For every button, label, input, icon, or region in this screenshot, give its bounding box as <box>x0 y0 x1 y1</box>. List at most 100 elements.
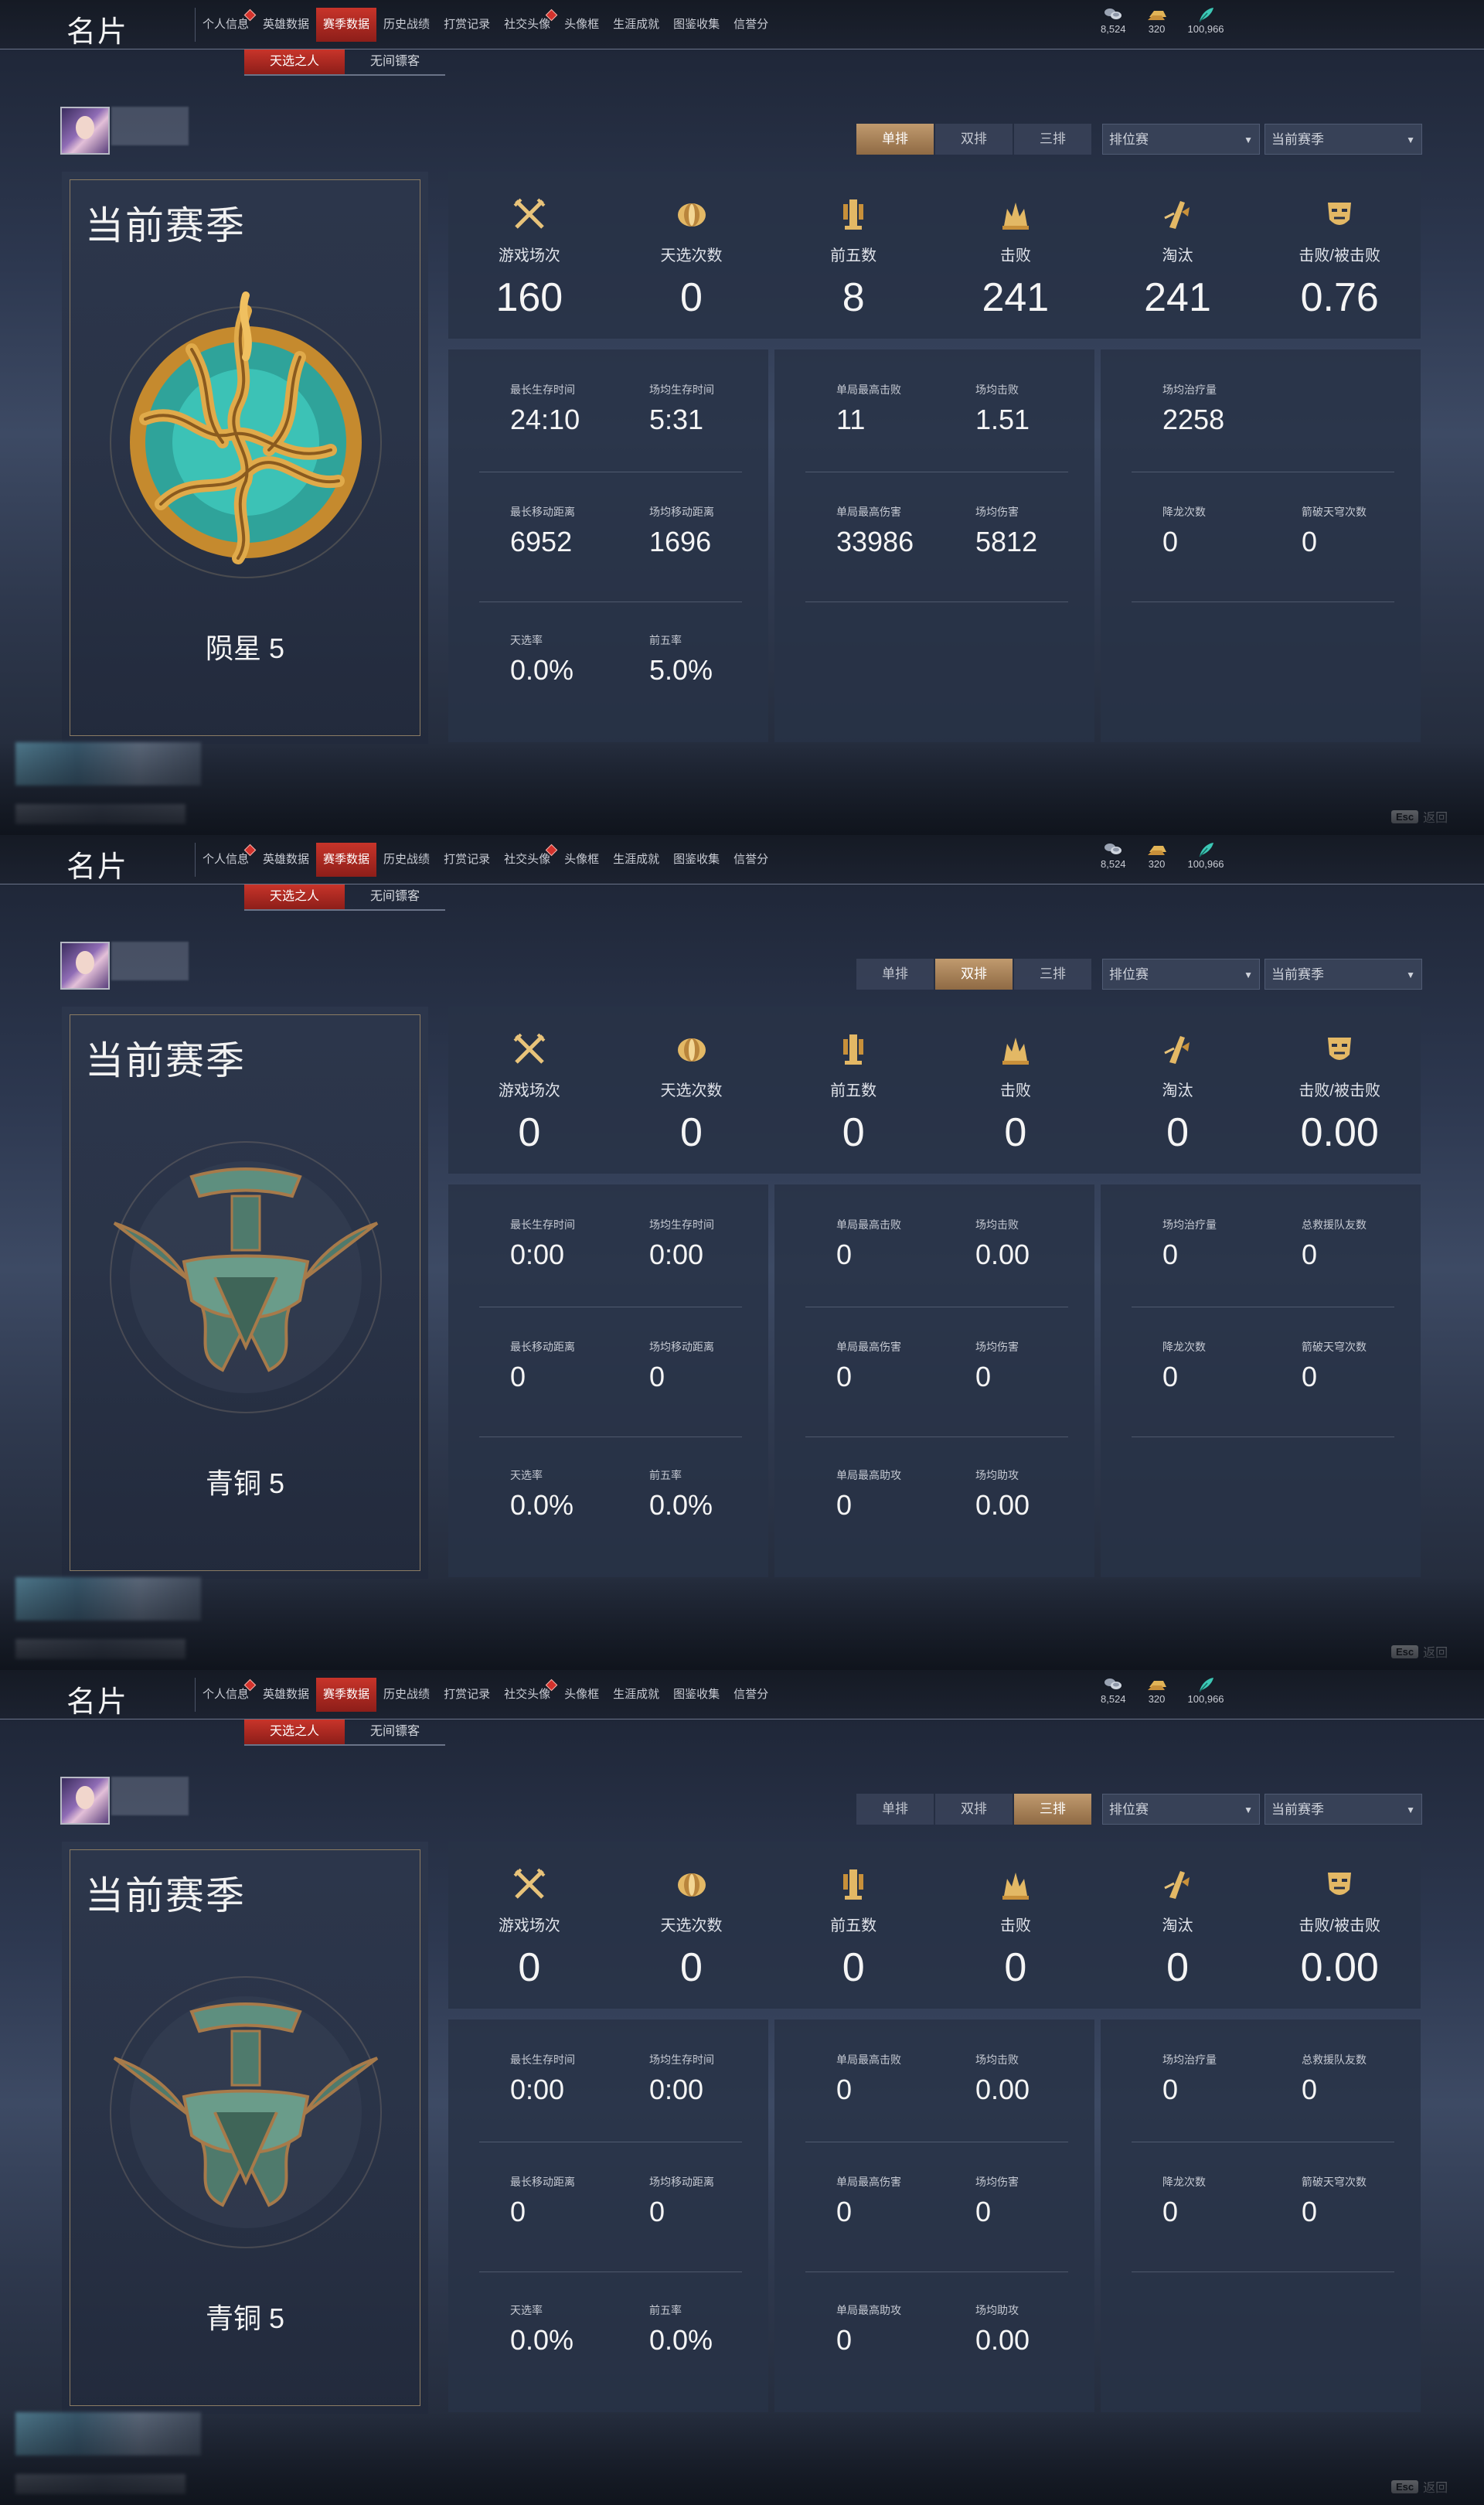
match-type-dropdown[interactable]: 排位赛 ▼ <box>1102 1794 1260 1825</box>
nav-tab-career-achievements[interactable]: 生涯成就 <box>606 8 666 42</box>
redacted-info <box>15 804 186 824</box>
stat-value: 5812 <box>975 526 1038 557</box>
nav-tab-career-achievements[interactable]: 生涯成就 <box>606 843 666 877</box>
stat-label: 击败/被击败 <box>1298 247 1380 264</box>
season-dropdown[interactable]: 当前赛季 ▼ <box>1264 124 1422 155</box>
nav-tab-collection[interactable]: 图鉴收集 <box>666 1678 727 1712</box>
subtab-chosen-one[interactable]: 天选之人 <box>244 1719 345 1744</box>
nav-tab-personal-info[interactable]: 个人信息 <box>196 8 257 42</box>
subtab-escort[interactable]: 无间镖客 <box>345 1719 445 1744</box>
stat-kills: 击败 0 <box>934 1842 1097 2009</box>
nav-tab-credit-score[interactable]: 信誉分 <box>727 8 775 42</box>
profile-card-screen-1: 名片 个人信息 英雄数据 赛季数据 历史战绩 打赏记录 社交头像 头像框 生涯成… <box>0 0 1484 835</box>
nav-tab-season-data[interactable]: 赛季数据 <box>316 843 377 877</box>
nav-tab-tip-records[interactable]: 打赏记录 <box>437 1678 497 1712</box>
nav-tab-avatar-frame[interactable]: 头像框 <box>557 843 606 877</box>
stat-cell: 箭破天穹次数 0 <box>1302 1339 1441 1393</box>
currency-feather[interactable]: 100,966 <box>1188 6 1224 35</box>
nav-tab-collection[interactable]: 图鉴收集 <box>666 8 727 42</box>
nav-tab-avatar-frame[interactable]: 头像框 <box>557 8 606 42</box>
mode-trio-button[interactable]: 三排 <box>1014 1794 1091 1825</box>
stat-value: 0.0% <box>510 654 574 686</box>
nav-tab-avatar-frame[interactable]: 头像框 <box>557 1678 606 1712</box>
stat-value: 0 <box>1162 2196 1179 2227</box>
stat-value: 0 <box>1302 1361 1318 1392</box>
mode-solo-button[interactable]: 单排 <box>856 959 934 990</box>
nav-tab-match-history[interactable]: 历史战绩 <box>376 8 437 42</box>
stat-cell: 单局最高伤害 0 <box>836 2174 975 2228</box>
currency-value: 320 <box>1148 858 1166 870</box>
nav-tab-tip-records[interactable]: 打赏记录 <box>437 8 497 42</box>
nav-tab-career-achievements[interactable]: 生涯成就 <box>606 1678 666 1712</box>
detail-panel-survival: 最长生存时间 24:10 场均生存时间 5:31 最长移动距离 6952 场均移动距离 169… <box>448 349 768 742</box>
screenshot-root: 名片 个人信息 英雄数据 赛季数据 历史战绩 打赏记录 社交头像 头像框 生涯成… <box>0 0 1484 2505</box>
redacted-info <box>15 1577 201 1621</box>
match-type-dropdown[interactable]: 排位赛 ▼ <box>1102 959 1260 990</box>
subtab-chosen-one[interactable]: 天选之人 <box>244 884 345 909</box>
nav-tab-tip-records[interactable]: 打赏记录 <box>437 843 497 877</box>
stat-value: 0 <box>836 2196 853 2227</box>
stat-value: 0.00 <box>1300 1945 1379 1990</box>
stat-value: 0 <box>518 1110 541 1155</box>
subtab-escort[interactable]: 无间镖客 <box>345 884 445 909</box>
rank-emblem <box>99 1123 393 1416</box>
currency-gold[interactable]: 320 <box>1146 1676 1168 1705</box>
stat-value: 0 <box>649 1361 665 1392</box>
nav-tab-match-history[interactable]: 历史战绩 <box>376 1678 437 1712</box>
rank-emblem <box>99 1958 393 2251</box>
nav-tab-match-history[interactable]: 历史战绩 <box>376 843 437 877</box>
nav-tab-personal-info[interactable]: 个人信息 <box>196 843 257 877</box>
avatar[interactable] <box>60 942 110 990</box>
stat-value: 160 <box>495 275 563 320</box>
mode-trio-button[interactable]: 三排 <box>1014 959 1091 990</box>
avatar[interactable] <box>60 1777 110 1825</box>
currency-feather[interactable]: 100,966 <box>1188 841 1224 870</box>
back-button[interactable]: Esc 返回 <box>1391 1642 1448 1661</box>
nav-tab-social-avatar[interactable]: 社交头像 <box>497 843 558 877</box>
currency-feather[interactable]: 100,966 <box>1188 1676 1224 1705</box>
redacted-info <box>15 2474 186 2494</box>
team-mode-switch: 单排 双排 三排 <box>856 959 1091 990</box>
stat-label: 场均移动距离 <box>649 2176 714 2188</box>
mode-duo-button[interactable]: 双排 <box>935 1794 1013 1825</box>
currency-coins[interactable]: 8,524 <box>1101 6 1126 35</box>
nav-tab-season-data[interactable]: 赛季数据 <box>316 8 377 42</box>
subtab-chosen-one[interactable]: 天选之人 <box>244 49 345 74</box>
nav-tab-hero-data[interactable]: 英雄数据 <box>256 1678 316 1712</box>
currency-gold[interactable]: 320 <box>1146 6 1168 35</box>
mode-duo-button[interactable]: 双排 <box>935 124 1013 155</box>
nav-tab-credit-score[interactable]: 信誉分 <box>727 843 775 877</box>
nav-tab-social-avatar[interactable]: 社交头像 <box>497 8 558 42</box>
nav-label: 历史战绩 <box>383 18 431 31</box>
nav-tab-hero-data[interactable]: 英雄数据 <box>256 8 316 42</box>
back-button[interactable]: Esc 返回 <box>1391 2477 1448 2496</box>
season-dropdown[interactable]: 当前赛季 ▼ <box>1264 1794 1422 1825</box>
mode-trio-button[interactable]: 三排 <box>1014 124 1091 155</box>
nav-tab-hero-data[interactable]: 英雄数据 <box>256 843 316 877</box>
rank-label: 青铜 5 <box>205 2302 285 2334</box>
profile-card-screen-2: 名片 个人信息 英雄数据 赛季数据 历史战绩 打赏记录 社交头像 头像框 生涯成… <box>0 835 1484 1670</box>
stat-value: 0 <box>836 2074 853 2105</box>
gold-ingot-icon <box>1147 1681 1166 1690</box>
avatar[interactable] <box>60 107 110 155</box>
currency-coins[interactable]: 8,524 <box>1101 841 1126 870</box>
mode-duo-button[interactable]: 双排 <box>935 959 1013 990</box>
stat-value: 0 <box>1302 2074 1318 2105</box>
match-type-dropdown[interactable]: 排位赛 ▼ <box>1102 124 1260 155</box>
nav-tab-personal-info[interactable]: 个人信息 <box>196 1678 257 1712</box>
nav-tab-credit-score[interactable]: 信誉分 <box>727 1678 775 1712</box>
back-button[interactable]: Esc 返回 <box>1391 807 1448 826</box>
stat-games-played: 游戏场次 0 <box>448 1007 611 1174</box>
stat-games-played: 游戏场次 0 <box>448 1842 611 2009</box>
nav-tab-season-data[interactable]: 赛季数据 <box>316 1678 377 1712</box>
nav-tab-collection[interactable]: 图鉴收集 <box>666 843 727 877</box>
currency-gold[interactable]: 320 <box>1146 841 1168 870</box>
season-dropdown[interactable]: 当前赛季 ▼ <box>1264 959 1422 990</box>
nav-tab-social-avatar[interactable]: 社交头像 <box>497 1678 558 1712</box>
nav-label: 生涯成就 <box>613 853 660 866</box>
mode-solo-button[interactable]: 单排 <box>856 1794 934 1825</box>
back-label: 返回 <box>1423 1647 1448 1660</box>
subtab-escort[interactable]: 无间镖客 <box>345 49 445 74</box>
mode-solo-button[interactable]: 单排 <box>856 124 934 155</box>
currency-coins[interactable]: 8,524 <box>1101 1676 1126 1705</box>
